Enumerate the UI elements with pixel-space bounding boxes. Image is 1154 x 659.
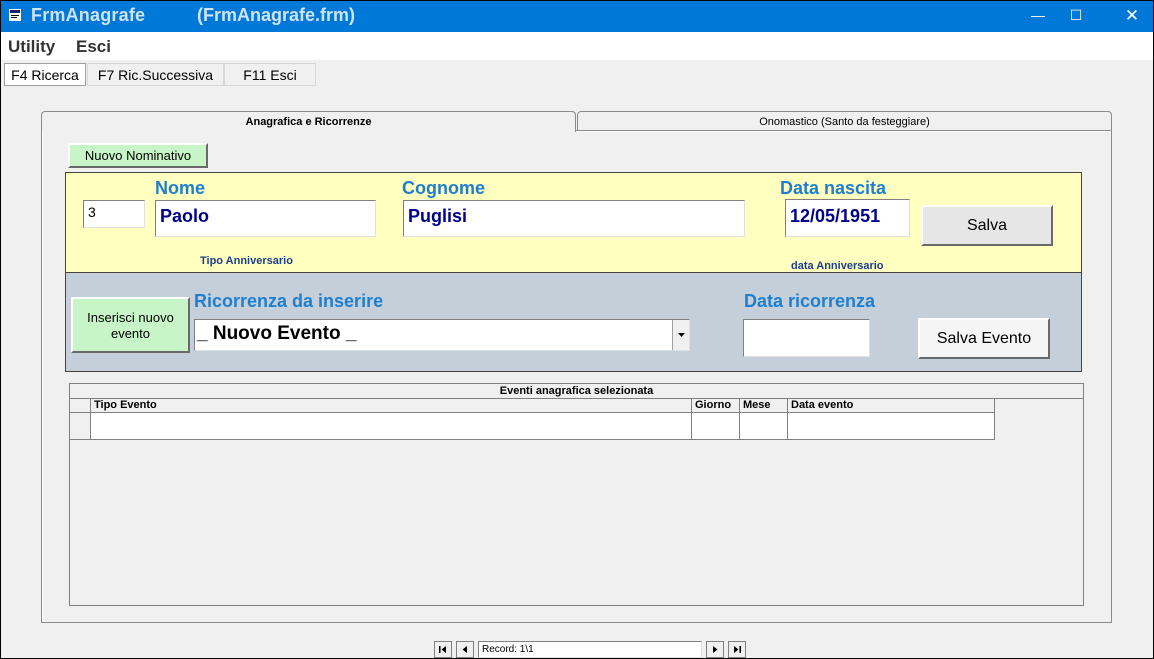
maximize-button[interactable]: ☐ (1053, 1, 1099, 32)
col-mese[interactable]: Mese (740, 399, 788, 413)
inserisci-evento-button[interactable]: Inserisci nuovo evento (71, 297, 190, 353)
first-icon (439, 646, 446, 653)
cognome-label: Cognome (402, 178, 485, 198)
f4-ricerca-button[interactable]: F4 Ricerca (4, 63, 86, 86)
window-subtitle: (FrmAnagrafe.frm) (197, 5, 356, 25)
menu-esci[interactable]: Esci (76, 37, 111, 57)
last-record-button[interactable] (728, 641, 746, 658)
table-row-cell[interactable] (788, 413, 995, 440)
data-nascita-field[interactable]: 12/05/1951 (785, 199, 910, 237)
last-icon (734, 646, 741, 653)
ricorrenza-select[interactable]: _ Nuovo Evento _ (194, 319, 690, 351)
close-button[interactable]: ✕ (1109, 1, 1153, 32)
col-tipo-evento[interactable]: Tipo Evento (91, 399, 692, 413)
tab-onomastico[interactable]: Onomastico (Santo da festeggiare) (577, 111, 1112, 131)
evento-panel: Inserisci nuovo evento Ricorrenza da ins… (65, 273, 1082, 372)
dropdown-button[interactable] (672, 320, 689, 350)
tipo-anniversario-label: Tipo Anniversario (200, 255, 293, 267)
data-ricorrenza-field[interactable] (743, 319, 870, 357)
nome-field[interactable]: Paolo (155, 200, 376, 237)
title-bar[interactable]: FrmAnagrafe (FrmAnagrafe.frm) — ☐ ✕ (1, 1, 1153, 32)
table-row-cell[interactable] (740, 413, 788, 440)
main-window: FrmAnagrafe (FrmAnagrafe.frm) — ☐ ✕ Util… (0, 0, 1154, 659)
f11-esci-button[interactable]: F11 Esci (224, 63, 316, 86)
data-ricorrenza-label: Data ricorrenza (744, 291, 876, 311)
eventi-grid[interactable]: Eventi anagrafica selezionata Tipo Event… (69, 383, 1084, 606)
table-row-cell[interactable] (91, 413, 692, 440)
id-field[interactable]: 3 (83, 200, 145, 228)
chevron-down-icon (678, 333, 685, 337)
nuovo-nominativo-button[interactable]: Nuovo Nominativo (68, 143, 208, 168)
row-header[interactable] (70, 413, 91, 440)
cognome-field[interactable]: Puglisi (403, 200, 745, 237)
ricorrenza-select-value: _ Nuovo Evento _ (197, 323, 357, 344)
table-row-cell[interactable] (692, 413, 740, 440)
f7-ric-successiva-button[interactable]: F7 Ric.Successiva (87, 63, 224, 86)
grid-caption: Eventi anagrafica selezionata (70, 384, 1083, 399)
ricorrenza-label: Ricorrenza da inserire (194, 291, 384, 311)
tab-anagrafica[interactable]: Anagrafica e Ricorrenze (41, 111, 576, 132)
col-giorno[interactable]: Giorno (692, 399, 740, 413)
next-record-button[interactable] (706, 641, 724, 658)
salva-button[interactable]: Salva (921, 205, 1053, 246)
salva-evento-button[interactable]: Salva Evento (918, 318, 1050, 359)
col-data-evento[interactable]: Data evento (788, 399, 995, 413)
record-indicator: Record: 1\1 (478, 641, 702, 658)
data-anniversario-label: data Anniversario (791, 260, 884, 272)
app-icon (9, 9, 21, 21)
row-header-corner (70, 399, 91, 413)
prev-record-button[interactable] (456, 641, 474, 658)
next-icon (713, 646, 718, 653)
prev-icon (462, 646, 467, 653)
data-nascita-label: Data nascita (780, 178, 887, 198)
anagrafica-panel: 3 Nome Paolo Cognome Puglisi Data nascit… (65, 172, 1082, 273)
menu-bar: Utility Esci (1, 32, 1153, 60)
first-record-button[interactable] (434, 641, 452, 658)
window-title: FrmAnagrafe (31, 5, 146, 25)
nome-label: Nome (155, 178, 206, 198)
menu-utility[interactable]: Utility (8, 37, 55, 57)
